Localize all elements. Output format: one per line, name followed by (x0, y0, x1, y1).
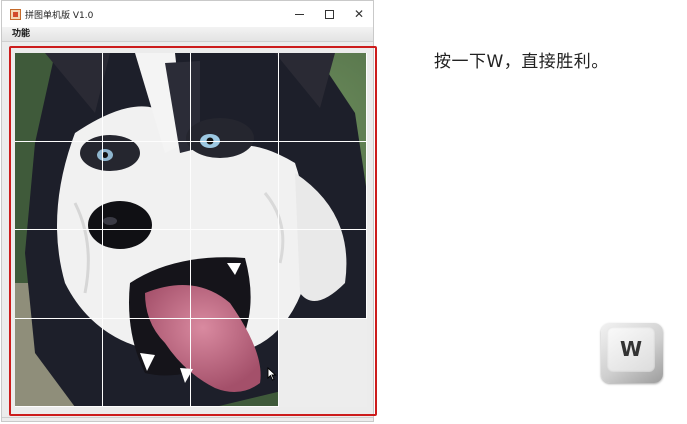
puzzle-tile-6[interactable] (103, 141, 191, 230)
puzzle-tile-15[interactable] (191, 318, 279, 407)
maximize-button[interactable] (314, 1, 344, 27)
puzzle-tile-7[interactable] (191, 141, 279, 230)
window-title: 拼图单机版 V1.0 (25, 11, 94, 21)
puzzle-tile-14[interactable] (103, 318, 191, 407)
hint-text: 按一下W，直接胜利。 (434, 52, 609, 72)
puzzle-board (15, 53, 367, 407)
close-button[interactable]: ✕ (344, 1, 374, 27)
puzzle-tile-10[interactable] (103, 230, 191, 319)
w-key-icon: W (601, 323, 663, 383)
bottom-divider (2, 417, 373, 418)
puzzle-tile-8[interactable] (279, 141, 367, 230)
puzzle-tile-2[interactable] (103, 53, 191, 142)
key-label: W (607, 327, 655, 372)
puzzle-tile-12[interactable] (279, 230, 367, 319)
minimize-button[interactable] (284, 1, 314, 27)
puzzle-tile-3[interactable] (191, 53, 279, 142)
menu-bar: 功能 (2, 27, 373, 41)
puzzle-tile-13[interactable] (15, 318, 103, 407)
mouse-cursor-icon (267, 367, 277, 381)
puzzle-tile-5[interactable] (15, 141, 103, 230)
puzzle-empty-slot[interactable] (279, 318, 367, 407)
puzzle-tile-11[interactable] (191, 230, 279, 319)
menu-function[interactable]: 功能 (12, 27, 30, 41)
app-icon (10, 9, 21, 20)
title-bar[interactable]: 拼图单机版 V1.0 ✕ (2, 1, 373, 27)
puzzle-tile-9[interactable] (15, 230, 103, 319)
menu-divider (2, 41, 373, 42)
puzzle-tile-4[interactable] (279, 53, 367, 142)
puzzle-tile-1[interactable] (15, 53, 103, 142)
